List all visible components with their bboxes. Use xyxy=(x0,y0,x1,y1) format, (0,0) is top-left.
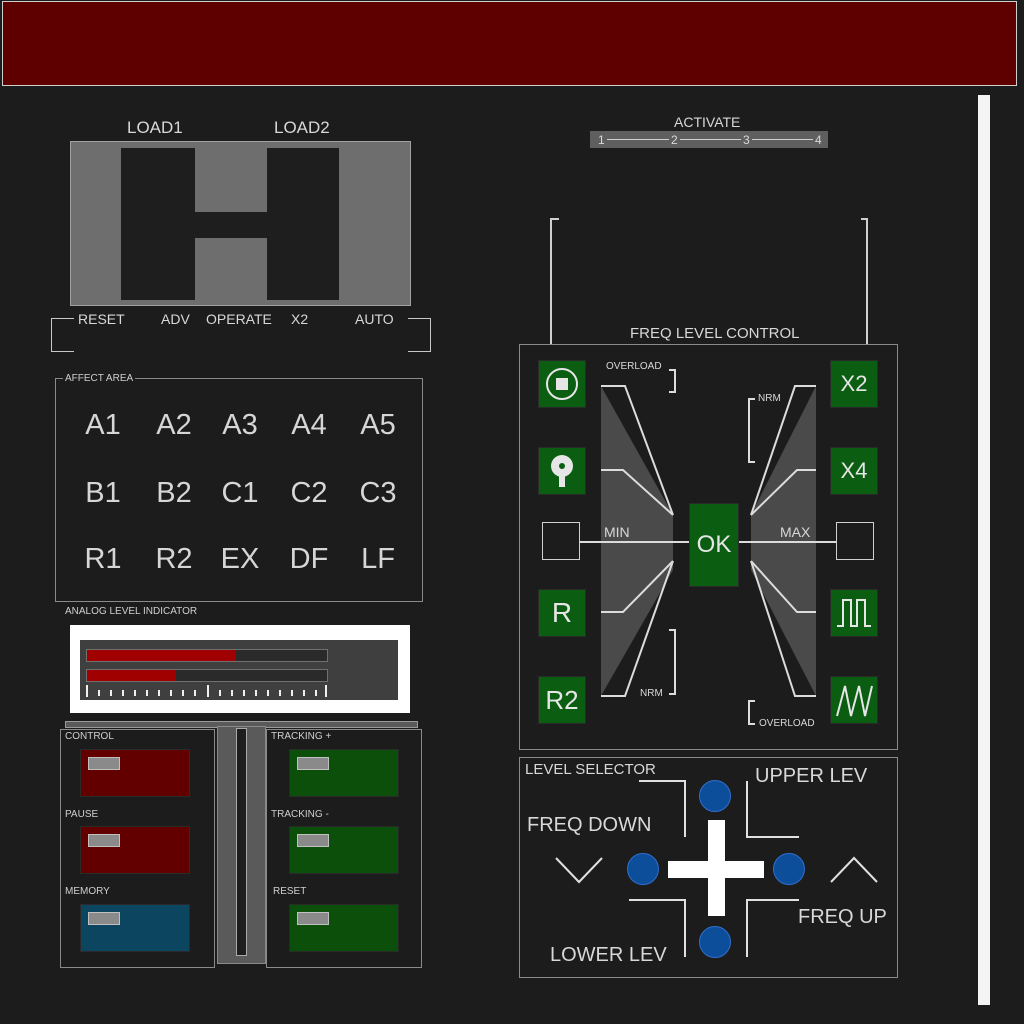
level-meter-1 xyxy=(86,649,328,662)
control-led xyxy=(88,757,120,770)
nrm-top-label: NRM xyxy=(758,393,781,404)
square-wave-icon xyxy=(837,599,871,627)
load2-block xyxy=(267,148,339,300)
min-label: MIN xyxy=(604,524,630,540)
affect-area-title: AFFECT AREA xyxy=(63,373,136,384)
level-meter-2-fill xyxy=(87,670,176,681)
activate-slider[interactable] xyxy=(590,131,828,148)
ok-button[interactable]: OK xyxy=(689,503,739,587)
memory-led xyxy=(88,912,120,925)
knob-icon xyxy=(551,455,573,487)
level-meter-2 xyxy=(86,669,328,682)
area-cell-a2[interactable]: A2 xyxy=(139,409,209,442)
area-cell-r1[interactable]: R1 xyxy=(68,543,138,576)
area-cell-a1[interactable]: A1 xyxy=(68,409,138,442)
r-button[interactable]: R xyxy=(538,589,586,637)
chevron-up-icon[interactable] xyxy=(828,854,880,886)
area-cell-c3[interactable]: C3 xyxy=(343,477,413,510)
mode-bracket-left xyxy=(51,318,74,352)
min-button[interactable] xyxy=(542,522,580,560)
stop-button[interactable] xyxy=(538,360,586,408)
reset-button[interactable] xyxy=(289,904,399,952)
control-label: CONTROL xyxy=(65,731,114,742)
level-meter-1-fill xyxy=(87,650,236,661)
activate-label: ACTIVATE xyxy=(674,114,741,130)
chevron-down-icon[interactable] xyxy=(553,854,605,886)
area-cell-c2[interactable]: C2 xyxy=(274,477,344,510)
mode-operate[interactable]: OPERATE xyxy=(206,312,272,326)
vertical-scrollbar[interactable] xyxy=(978,95,990,1005)
sawtooth-wave-icon xyxy=(836,685,873,717)
knob-button[interactable] xyxy=(538,447,586,495)
area-cell-a3[interactable]: A3 xyxy=(205,409,275,442)
mode-bracket-right xyxy=(408,318,431,352)
memory-label: MEMORY xyxy=(65,886,110,897)
pause-led xyxy=(88,834,120,847)
area-cell-a4[interactable]: A4 xyxy=(274,409,344,442)
pause-label: PAUSE xyxy=(65,809,99,820)
activate-track xyxy=(602,139,814,140)
area-cell-b2[interactable]: B2 xyxy=(139,477,209,510)
max-label: MAX xyxy=(780,524,811,540)
r2-button[interactable]: R2 xyxy=(538,676,586,724)
area-cell-r2[interactable]: R2 xyxy=(139,543,209,576)
tracking-plus-label: TRACKING + xyxy=(271,731,332,742)
area-cell-ex[interactable]: EX xyxy=(205,543,275,576)
x4-button[interactable]: X4 xyxy=(830,447,878,495)
activate-step-2[interactable]: 2 xyxy=(669,134,680,146)
mode-x2[interactable]: X2 xyxy=(291,312,308,326)
load-bridge xyxy=(195,212,267,238)
freq-up-button[interactable] xyxy=(773,853,805,885)
mode-auto[interactable]: AUTO xyxy=(355,312,394,326)
load1-label: LOAD1 xyxy=(127,118,183,137)
nrm-bottom-label: NRM xyxy=(640,688,663,699)
sawtooth-wave-button[interactable] xyxy=(830,676,878,724)
area-cell-lf[interactable]: LF xyxy=(343,543,413,576)
area-cell-b1[interactable]: B1 xyxy=(68,477,138,510)
tracking-minus-led xyxy=(297,834,329,847)
max-button[interactable] xyxy=(836,522,874,560)
upper-lev-button[interactable] xyxy=(699,780,731,812)
load2-label: LOAD2 xyxy=(274,118,330,137)
load-display xyxy=(70,141,411,306)
load1-block xyxy=(121,148,195,300)
meter-scale xyxy=(86,685,327,697)
mode-reset[interactable]: RESET xyxy=(78,312,125,326)
overload-bottom-label: OVERLOAD xyxy=(759,718,815,729)
tracking-minus-label: TRACKING - xyxy=(271,809,329,820)
activate-step-3[interactable]: 3 xyxy=(741,134,752,146)
tracking-plus-led xyxy=(297,757,329,770)
fader-slot[interactable] xyxy=(236,728,247,956)
reset-label: RESET xyxy=(273,886,307,897)
analog-indicator-title: ANALOG LEVEL INDICATOR xyxy=(65,606,198,617)
activate-step-4[interactable]: 4 xyxy=(813,134,824,146)
lower-lev-button[interactable] xyxy=(699,926,731,958)
area-cell-a5[interactable]: A5 xyxy=(343,409,413,442)
top-banner xyxy=(2,1,1017,86)
activate-step-1[interactable]: 1 xyxy=(596,134,607,146)
memory-button[interactable] xyxy=(80,904,190,952)
mode-adv[interactable]: ADV xyxy=(161,312,190,326)
tracking-minus-button[interactable] xyxy=(289,826,399,874)
stop-icon xyxy=(546,368,578,400)
tracking-plus-button[interactable] xyxy=(289,749,399,797)
freq-control-title: FREQ LEVEL CONTROL xyxy=(628,325,802,342)
control-button[interactable] xyxy=(80,749,190,797)
freq-down-button[interactable] xyxy=(627,853,659,885)
x2-button[interactable]: X2 xyxy=(830,360,878,408)
pause-button[interactable] xyxy=(80,826,190,874)
area-cell-df[interactable]: DF xyxy=(274,543,344,576)
reset-led xyxy=(297,912,329,925)
overload-top-label: OVERLOAD xyxy=(606,361,662,372)
area-cell-c1[interactable]: C1 xyxy=(205,477,275,510)
square-wave-button[interactable] xyxy=(830,589,878,637)
